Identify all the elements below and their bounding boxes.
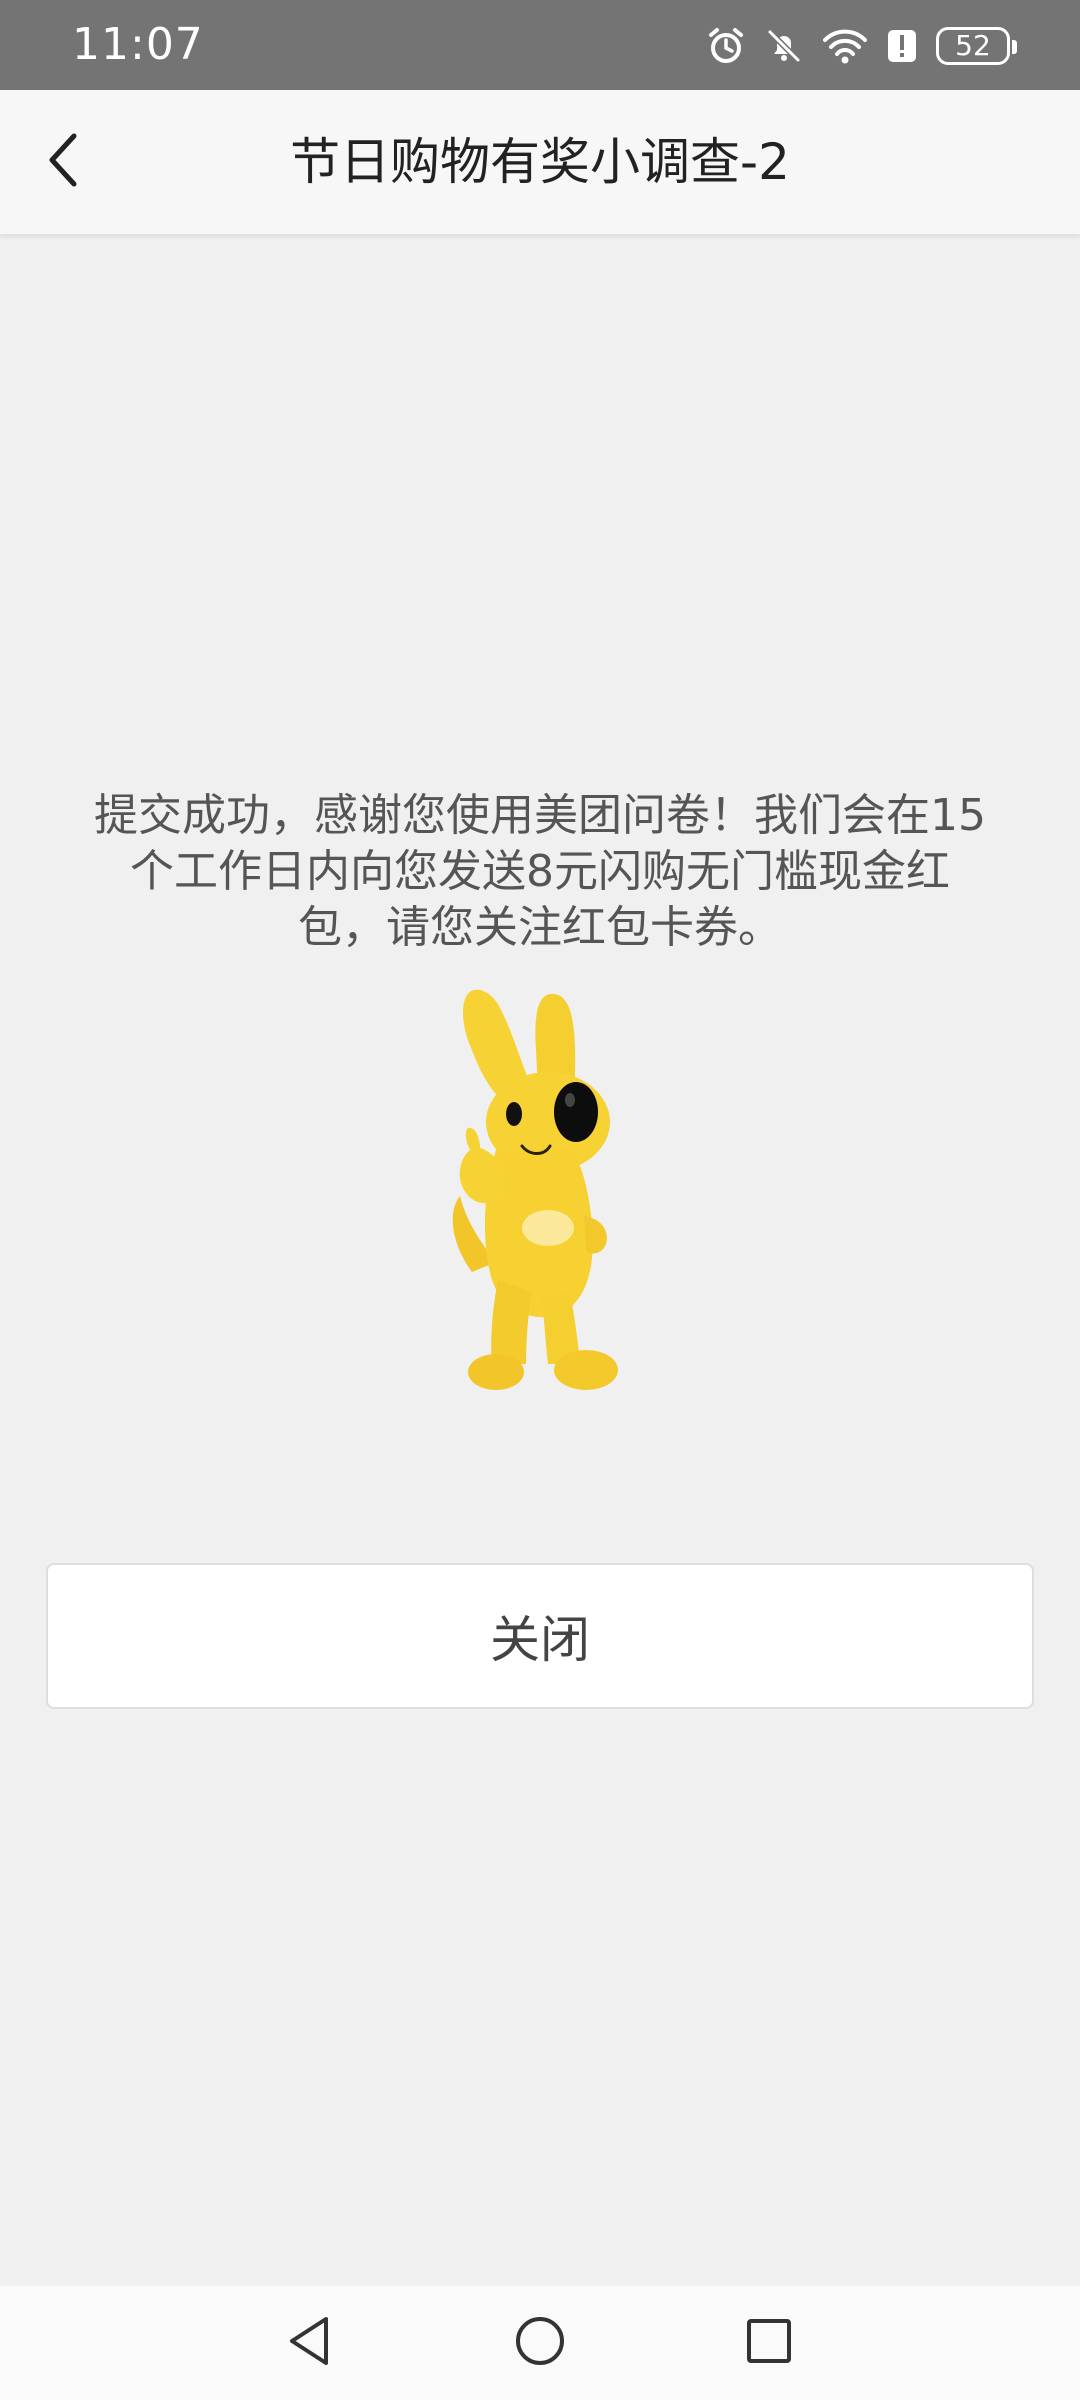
alarm-icon — [706, 26, 746, 66]
navigation-bar — [0, 2286, 1080, 2400]
screen: 11:07 52 节日购物有奖小调查-2 提交成功，感谢您使用美团问卷！我们会在… — [0, 0, 1080, 2400]
home-circle-icon — [512, 2313, 568, 2373]
page-title: 节日购物有奖小调查-2 — [290, 133, 790, 191]
recents-square-icon — [744, 2316, 794, 2370]
back-triangle-icon — [284, 2313, 334, 2373]
title-bar: 节日购物有奖小调查-2 — [0, 90, 1080, 235]
wifi-icon — [822, 26, 868, 66]
kangaroo-mascot-image — [430, 980, 650, 1400]
alert-icon — [886, 26, 918, 66]
status-time: 11:07 — [72, 19, 204, 70]
close-button-label: 关闭 — [490, 1611, 590, 1669]
notifications-off-icon — [764, 26, 804, 66]
status-bar: 11:07 52 — [0, 0, 1080, 90]
status-icons: 52 — [706, 22, 1017, 70]
battery-level: 52 — [955, 29, 991, 62]
close-button[interactable]: 关闭 — [46, 1563, 1034, 1709]
nav-recents-button[interactable] — [734, 2308, 804, 2378]
nav-home-button[interactable] — [505, 2308, 575, 2378]
nav-back-button[interactable] — [274, 2308, 344, 2378]
success-message: 提交成功，感谢您使用美团问卷！我们会在15个工作日内向您发送8元闪购无门槛现金红… — [94, 790, 986, 953]
battery-icon: 52 — [936, 27, 1017, 65]
